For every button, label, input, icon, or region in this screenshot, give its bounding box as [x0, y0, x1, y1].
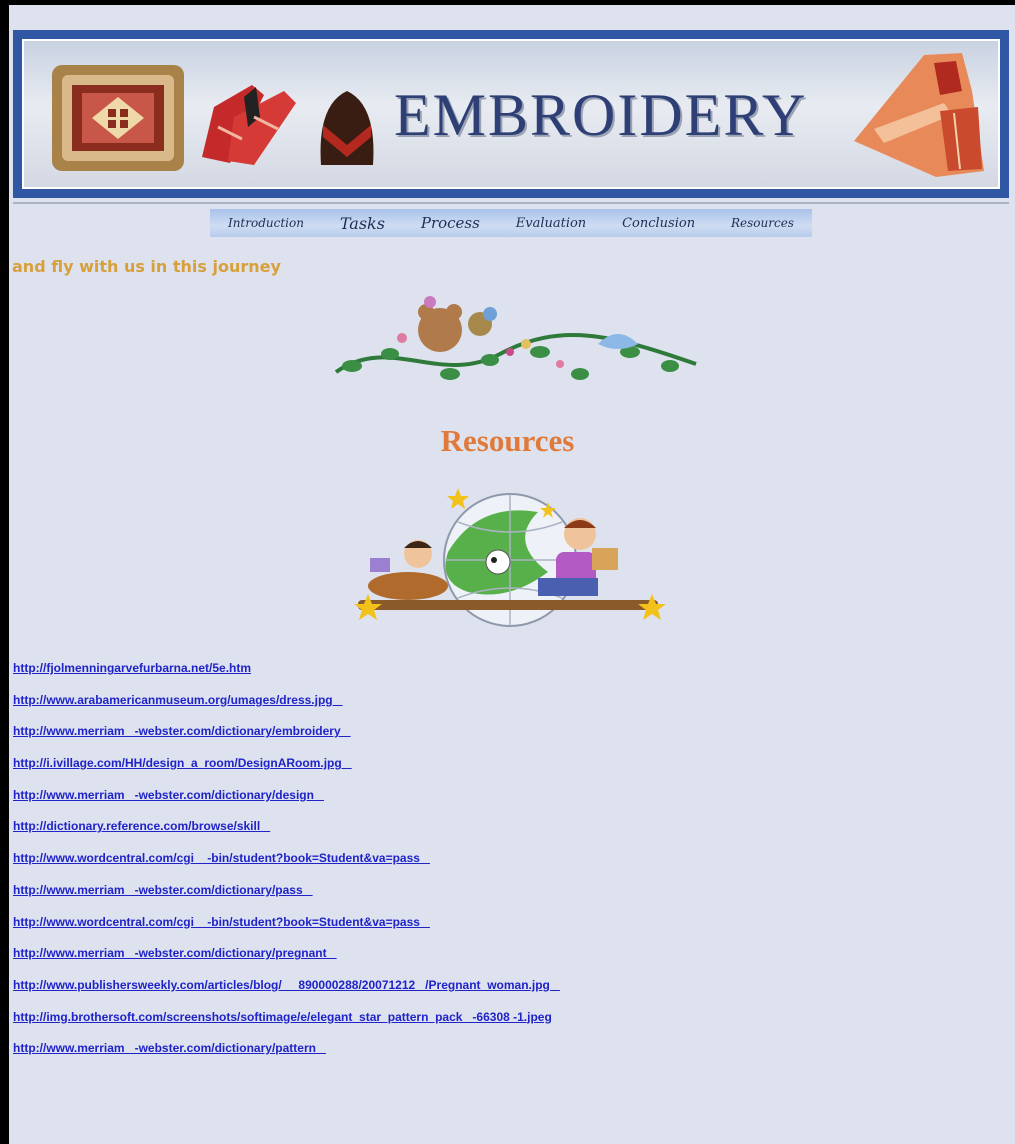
dress-icon [854, 53, 984, 177]
resource-link[interactable]: http://www.arabamericanmuseum.org/umages… [13, 690, 560, 722]
tagline: and fly with us in this journey [12, 257, 281, 276]
nav-item-introduction[interactable]: Introduction [228, 216, 304, 230]
header-divider [13, 202, 1009, 204]
resource-link[interactable]: http://fjolmenningarvefurbarna.net/5e.ht… [13, 658, 560, 690]
resource-link[interactable]: http://www.merriam -webster.com/dictiona… [13, 721, 560, 753]
red-garment-icon [202, 85, 296, 165]
resource-link[interactable]: http://www.merriam -webster.com/dictiona… [13, 785, 560, 817]
resource-link[interactable]: http://www.merriam -webster.com/dictiona… [13, 880, 560, 912]
nav-bar: Introduction Tasks Process Evaluation Co… [210, 209, 812, 237]
nav-item-process[interactable]: Process [421, 214, 480, 232]
resource-link[interactable]: http://www.merriam -webster.com/dictiona… [13, 1038, 560, 1070]
resource-link[interactable]: http://dictionary.reference.com/browse/s… [13, 816, 560, 848]
header-banner: EMBROIDERY [13, 30, 1009, 198]
resource-link-list: http://fjolmenningarvefurbarna.net/5e.ht… [13, 658, 560, 1070]
page-title: Resources [440, 423, 575, 458]
window-left-border [0, 0, 9, 1144]
resource-link[interactable]: http://www.wordcentral.com/cgi -bin/stud… [13, 848, 560, 880]
nav-item-conclusion[interactable]: Conclusion [622, 216, 695, 231]
nav-item-resources[interactable]: Resources [731, 216, 794, 230]
banner-panel: EMBROIDERY [22, 39, 1000, 189]
black-hat-icon [320, 91, 374, 165]
floral-vine-illustration [334, 296, 697, 380]
resource-link[interactable]: http://www.wordcentral.com/cgi -bin/stud… [13, 912, 560, 944]
window-top-border [0, 0, 1015, 5]
nav-item-evaluation[interactable]: Evaluation [516, 216, 586, 231]
embroidered-cushion-icon [52, 65, 184, 171]
resource-link[interactable]: http://img.brothersoft.com/screenshots/s… [13, 1007, 560, 1039]
nav-item-tasks[interactable]: Tasks [340, 214, 385, 233]
resource-link[interactable]: http://www.merriam -webster.com/dictiona… [13, 943, 560, 975]
kids-reading-globe-illustration [354, 488, 666, 627]
banner-title: EMBROIDERY [394, 82, 808, 148]
resource-link[interactable]: http://i.ivillage.com/HH/design a room/D… [13, 753, 560, 785]
resource-link[interactable]: http://www.publishersweekly.com/articles… [13, 975, 560, 1007]
